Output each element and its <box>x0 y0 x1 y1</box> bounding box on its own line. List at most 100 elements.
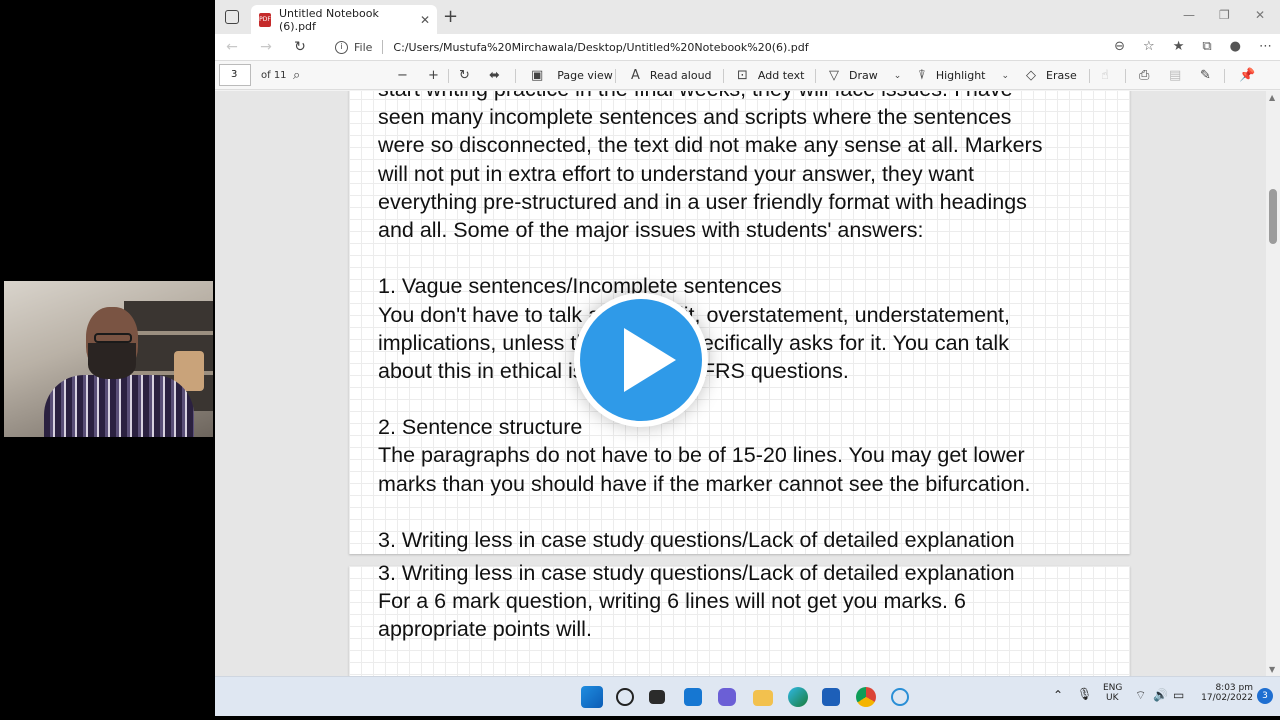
profile-avatar[interactable]: ● <box>1230 39 1241 54</box>
highlight-chevron-down-icon[interactable]: ⌄ <box>1001 71 1009 81</box>
refresh-icon[interactable]: ↻ <box>283 39 317 55</box>
back-icon[interactable]: ← <box>215 39 249 55</box>
print-icon[interactable]: ⎙ <box>1139 68 1149 83</box>
microphone-icon[interactable]: 🎙 <box>1077 687 1092 701</box>
zoom-icon[interactable]: ⊖ <box>1114 39 1125 54</box>
edge-icon[interactable] <box>788 687 808 707</box>
document-line: You don't have to talk about audit, over… <box>378 302 1011 327</box>
tab-actions-icon[interactable] <box>225 10 239 24</box>
pdf-toolbar: 3 of 11 ⌕ − + ↻ ⬌ ▣ Page view A Read alo… <box>215 60 1280 90</box>
document-line: appropriate points will. <box>378 617 592 642</box>
fit-page-icon[interactable]: ⬌ <box>489 68 500 83</box>
new-tab-icon[interactable]: + <box>443 6 458 27</box>
save-as-icon[interactable]: ✎ <box>1200 68 1211 83</box>
play-button[interactable] <box>574 293 708 427</box>
pdf-viewer[interactable]: start writing practice in the final week… <box>215 91 1280 676</box>
site-info[interactable]: i File <box>335 40 373 54</box>
page-text: 3. Writing less in case study questions/… <box>378 559 1015 676</box>
zoom-in-icon[interactable]: + <box>428 68 439 83</box>
read-aloud-button[interactable]: A Read aloud <box>631 68 712 83</box>
document-line: start writing practice in the final week… <box>378 91 1042 103</box>
document-line: about this in ethical issues or the IFRS… <box>378 358 849 383</box>
taskbar: ⌃ 🎙 ENG UK ⌔ 🔊 ▭ 8:03 pm 17/02/2022 3 <box>215 676 1280 716</box>
zoom-out-icon[interactable]: − <box>397 68 408 83</box>
play-icon <box>624 328 676 392</box>
chat-icon[interactable] <box>718 688 736 706</box>
page-view-label: Page view <box>557 69 613 82</box>
file-explorer-icon[interactable] <box>753 690 773 706</box>
tab-bar: PDF Untitled Notebook (6).pdf ✕ + — ❐ ✕ <box>215 0 1280 34</box>
eraser-icon: ◇ <box>1026 68 1036 83</box>
page-view-icon: ▣ <box>531 68 544 83</box>
chrome-icon[interactable] <box>856 687 876 707</box>
page-number-input[interactable]: 3 <box>219 64 251 86</box>
page-view-button[interactable]: ▣ Page view <box>531 68 613 83</box>
document-line: will not put in extra effort to understa… <box>378 161 974 186</box>
task-view-icon[interactable] <box>649 690 665 704</box>
save-icon[interactable]: ▤ <box>1169 68 1181 83</box>
document-line: seen many incomplete sentences and scrip… <box>378 105 1012 130</box>
show-hidden-icons[interactable]: ⌃ <box>1053 688 1063 702</box>
app-icon[interactable] <box>891 688 909 706</box>
pdf-page-3: start writing practice in the final week… <box>349 91 1130 554</box>
pin-toolbar-icon[interactable]: 📌 <box>1239 68 1255 83</box>
collections-icon[interactable]: ⧉ <box>1202 39 1211 54</box>
widgets-icon[interactable] <box>684 688 702 706</box>
url-field[interactable]: C:/Users/Mustufa%20Mirchawala/Desktop/Un… <box>393 41 808 54</box>
notification-badge[interactable]: 3 <box>1257 688 1273 704</box>
document-line: and all. Some of the major issues with s… <box>378 217 924 242</box>
tab-title: Untitled Notebook (6).pdf <box>279 6 379 33</box>
close-tab-icon[interactable]: ✕ <box>417 13 433 27</box>
scroll-thumb[interactable] <box>1269 189 1277 244</box>
battery-icon[interactable]: ▭ <box>1173 688 1184 702</box>
more-menu-icon[interactable]: ⋯ <box>1259 39 1272 54</box>
wifi-icon[interactable]: ⌔ <box>1135 688 1146 703</box>
draw-chevron-down-icon[interactable]: ⌄ <box>894 71 902 81</box>
add-text-icon: ⊡ <box>737 68 748 83</box>
language-indicator[interactable]: ENG UK <box>1103 683 1122 703</box>
document-line: For a 6 mark question, writing 6 lines w… <box>378 589 966 614</box>
pdf-file-icon: PDF <box>259 12 271 27</box>
store-icon[interactable] <box>822 688 840 706</box>
forward-icon[interactable]: → <box>249 39 283 55</box>
volume-icon[interactable]: 🔊 <box>1153 688 1168 702</box>
document-line: marks than you should have if the marker… <box>378 471 1031 496</box>
page-text: start writing practice in the final week… <box>378 91 1042 554</box>
document-line: 3. Writing less in case study questions/… <box>378 561 1015 585</box>
search-taskbar-icon[interactable] <box>616 688 634 706</box>
read-aloud-label: Read aloud <box>649 69 712 82</box>
draw-button[interactable]: ▽ Draw ⌄ <box>829 68 901 83</box>
document-line: 2. Sentence structure <box>378 415 583 440</box>
region-label: UK <box>1106 693 1119 703</box>
add-text-label: Add text <box>757 69 805 82</box>
highlight-button[interactable]: ⍒ Highlight ⌄ <box>918 68 1009 83</box>
erase-button[interactable]: ◇ Erase <box>1026 68 1077 83</box>
start-icon[interactable] <box>581 686 603 708</box>
document-line: were so disconnected, the text did not m… <box>378 133 1043 158</box>
highlight-icon: ⍒ <box>918 68 926 83</box>
close-window-icon[interactable]: ✕ <box>1255 8 1265 22</box>
pdf-page-4: 3. Writing less in case study questions/… <box>349 561 1130 676</box>
favorites-icon[interactable]: ★ <box>1173 39 1185 54</box>
scroll-up-icon[interactable]: ▲ <box>1269 93 1275 102</box>
rotate-icon[interactable]: ↻ <box>459 68 470 83</box>
add-text-button[interactable]: ⊡ Add text <box>737 68 804 83</box>
favorite-add-icon[interactable]: ☆ <box>1143 39 1155 54</box>
draw-label: Draw <box>849 69 878 82</box>
maximize-icon[interactable]: ❐ <box>1219 8 1230 22</box>
touch-icon[interactable]: ☝ <box>1101 68 1109 83</box>
vertical-scrollbar[interactable]: ▲ ▼ <box>1266 91 1280 676</box>
document-line: everything pre-structured and in a user … <box>378 189 1027 214</box>
scroll-down-icon[interactable]: ▼ <box>1269 665 1275 674</box>
lang-label: ENG <box>1103 683 1123 693</box>
tab-pdf[interactable]: PDF Untitled Notebook (6).pdf ✕ <box>251 5 437 34</box>
search-icon[interactable]: ⌕ <box>293 68 300 83</box>
minimize-icon[interactable]: — <box>1183 8 1195 22</box>
document-line: 3. Writing less in case study questions/… <box>378 528 1015 552</box>
url-scheme-label: File <box>354 40 373 54</box>
clock[interactable]: 8:03 pm 17/02/2022 <box>1197 683 1253 703</box>
